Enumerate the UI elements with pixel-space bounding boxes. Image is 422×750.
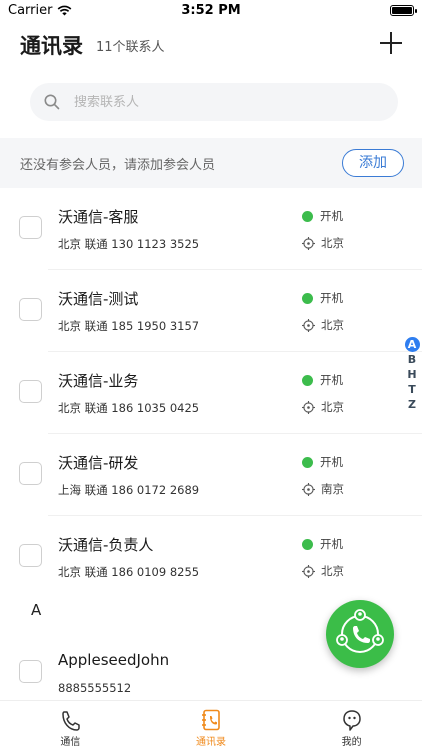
contact-location: 北京 [302,399,344,415]
device-status: 开机 [302,290,343,306]
status-dot-icon [302,538,313,550]
contact-name: 沃通信-研发 [58,454,139,472]
contact-location: 南京 [302,481,344,497]
index-letter-a[interactable]: A [404,337,420,352]
page-title: 通讯录 [20,34,83,58]
tab-label: 通信 [60,737,81,748]
status-bar: Carrier 3:52 PM [0,0,422,22]
participants-notice: 还没有参会人员，请添加参会人员 添加 [0,138,422,188]
select-checkbox[interactable] [19,660,42,683]
location-label: 南京 [321,482,344,496]
contact-name: 沃通信-业务 [58,372,139,390]
group-call-icon [336,609,384,653]
device-status: 开机 [302,372,343,388]
select-checkbox[interactable] [19,462,42,485]
status-label: 开机 [320,209,343,223]
index-letter-h[interactable]: H [405,367,420,382]
location-crosshair-icon [302,318,315,332]
contact-row[interactable]: 沃通信-业务 北京 联通 186 1035 0425 开机 北京 [0,352,422,434]
status-dot-icon [302,210,313,222]
contact-location: 北京 [302,563,344,579]
status-label: 开机 [320,373,343,387]
device-status: 开机 [302,536,343,552]
contact-list: 沃通信-客服 北京 联通 130 1123 3525 开机 北京 沃通信-测试 … [0,188,422,598]
tab-label: 通讯录 [196,737,226,748]
contact-row[interactable]: 沃通信-研发 上海 联通 186 0172 2689 开机 南京 [0,434,422,516]
tab-communication[interactable]: 通信 [0,701,141,750]
location-crosshair-icon [302,564,315,578]
tab-profile[interactable]: 我的 [281,701,422,750]
tab-bar: 通信 通讯录 我的 [0,700,422,750]
contact-name: 沃通信-负责人 [58,536,154,554]
tab-contacts[interactable]: 通讯录 [141,701,282,750]
location-crosshair-icon [302,236,315,250]
contact-location: 北京 [302,317,344,333]
location-label: 北京 [321,236,344,250]
select-checkbox[interactable] [19,380,42,403]
alphabet-index[interactable]: A B H T Z [404,337,420,412]
contact-phone-info: 北京 联通 186 1035 0425 [58,401,200,415]
group-call-button[interactable] [326,600,394,668]
contact-location: 北京 [302,235,344,251]
contact-phone-info: 北京 联通 185 1950 3157 [58,319,200,333]
profile-icon [342,710,361,731]
contact-name: AppleseedJohn [58,651,170,669]
select-checkbox[interactable] [19,216,42,239]
contact-phone-info: 上海 联通 186 0172 2689 [58,483,200,497]
status-dot-icon [302,456,313,468]
contact-name: 沃通信-测试 [58,290,139,308]
select-checkbox[interactable] [19,544,42,567]
device-status: 开机 [302,208,343,224]
location-label: 北京 [321,400,344,414]
contact-phone-info: 北京 联通 130 1123 3525 [58,237,200,251]
header: 通讯录 11个联系人 [0,28,422,64]
index-letter-z[interactable]: Z [405,397,420,412]
search-icon [44,94,60,110]
status-dot-icon [302,374,313,386]
status-label: 开机 [320,537,343,551]
status-dot-icon [302,292,313,304]
section-header-a: A [31,601,42,619]
search-input[interactable] [74,94,374,110]
contact-count: 11个联系人 [96,40,165,55]
status-label: 开机 [320,455,343,469]
status-time: 3:52 PM [181,3,241,18]
status-label: 开机 [320,291,343,305]
index-letter-t[interactable]: T [405,382,420,397]
contact-row[interactable]: 沃通信-负责人 北京 联通 186 0109 8255 开机 北京 [0,516,422,598]
location-label: 北京 [321,318,344,332]
location-label: 北京 [321,564,344,578]
contact-row[interactable]: 沃通信-客服 北京 联通 130 1123 3525 开机 北京 [0,188,422,270]
add-contact-button[interactable] [380,32,402,54]
contact-row[interactable]: 沃通信-测试 北京 联通 185 1950 3157 开机 北京 [0,270,422,352]
contact-phone-info: 8885555512 [58,681,132,695]
location-crosshair-icon [302,482,315,496]
search-bar[interactable] [30,83,398,121]
select-checkbox[interactable] [19,298,42,321]
tab-label: 我的 [341,737,362,748]
battery-icon [390,5,417,16]
location-crosshair-icon [302,400,315,414]
phone-icon [62,711,81,731]
contact-phone-info: 北京 联通 186 0109 8255 [58,565,200,579]
notice-text: 还没有参会人员，请添加参会人员 [20,158,216,173]
contact-name: 沃通信-客服 [58,208,139,226]
device-status: 开机 [302,454,343,470]
contacts-book-icon [202,709,220,731]
add-participant-button[interactable]: 添加 [342,149,404,177]
index-letter-b[interactable]: B [405,352,420,367]
